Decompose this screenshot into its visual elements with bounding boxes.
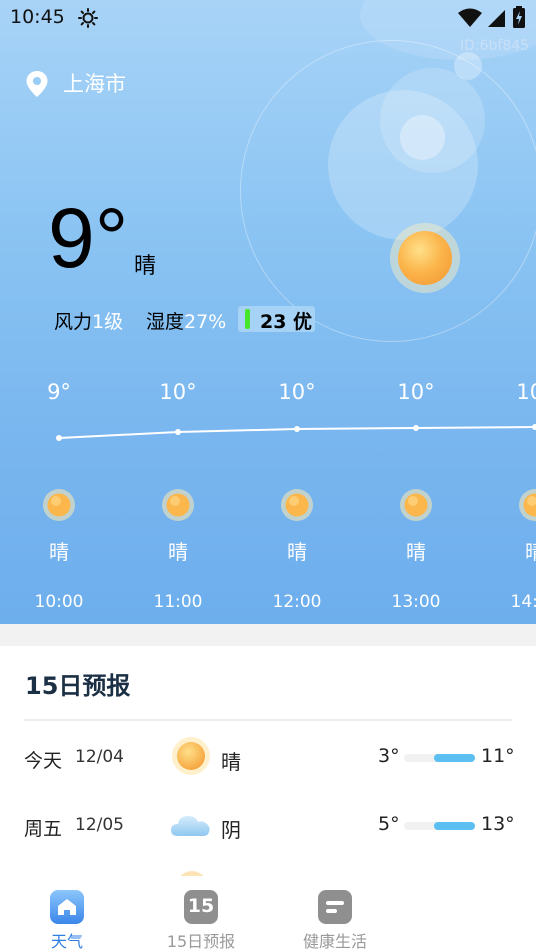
hourly-condition: 晴 — [168, 540, 188, 564]
hourly-temperature: 9° — [47, 380, 71, 404]
temperature-range-bar — [404, 754, 475, 762]
hourly-time: 11:00 — [153, 592, 203, 612]
calendar-15-icon: 15 — [184, 890, 218, 924]
weather-hero: 10:45 ID:6bf845 上海市 9° 晴 风力1级 湿度27% 23 优… — [0, 0, 536, 624]
trend-point — [175, 429, 181, 435]
wind-level: 风力1级 — [54, 307, 123, 334]
status-bar: 10:45 — [0, 0, 536, 36]
forecast-low: 5° — [378, 813, 400, 835]
current-temperature: 9° — [48, 191, 129, 285]
nav-label-weather: 天气 — [50, 932, 83, 951]
aqi-value: 23 优 — [260, 311, 313, 333]
battery-charging-icon — [513, 6, 525, 28]
humidity-label: 湿度 — [146, 311, 185, 333]
cloud-icon — [171, 816, 210, 836]
hourly-temperature: 10° — [278, 380, 316, 404]
forecast-day: 周五 — [24, 818, 63, 840]
temperature-range-bar — [404, 822, 475, 830]
hourly-condition: 晴 — [525, 540, 536, 564]
forecast-high: 13° — [481, 813, 515, 835]
home-icon — [50, 890, 84, 924]
humidity: 湿度27% — [146, 307, 226, 334]
hourly-condition: 晴 — [406, 540, 426, 564]
hourly-time: 10:00 — [34, 592, 84, 612]
forecast-row-today[interactable]: 今天 12/04 晴 3° 11° — [0, 734, 536, 784]
health-life-icon — [318, 890, 352, 924]
aqi-level-bar — [245, 309, 250, 329]
lens-flare-ring — [400, 115, 445, 160]
sunny-weather-icon — [390, 223, 460, 293]
sun-icon — [281, 489, 313, 521]
forecast-low: 3° — [378, 745, 400, 767]
sun-icon — [172, 737, 210, 775]
hourly-forecast[interactable]: 9° 晴 10:00 10° 晴 11:00 10° 晴 12:00 10° 晴 13:00 10° 晴 1… — [0, 370, 536, 624]
hourly-time: 14:00 — [510, 592, 536, 612]
trend-point — [532, 424, 536, 430]
divider — [24, 719, 512, 721]
temperature-trend-line — [56, 424, 536, 441]
status-time: 10:45 — [10, 6, 65, 28]
nav-tab-weather[interactable]: 天气 — [12, 890, 122, 952]
temperature-range-fill — [434, 822, 475, 830]
forecast-high: 11° — [481, 745, 515, 767]
nav-tab-15day[interactable]: 15 15日预报 — [146, 890, 256, 952]
hourly-temperature: 10° — [516, 380, 536, 404]
trend-point — [413, 425, 419, 431]
current-condition: 晴 — [134, 254, 157, 279]
hourly-condition: 晴 — [287, 540, 307, 564]
forecast-row-friday[interactable]: 周五 12/05 阴 5° 13° — [0, 802, 536, 852]
hourly-condition: 晴 — [49, 540, 69, 564]
hourly-time: 12:00 — [272, 592, 322, 612]
hourly-time: 13:00 — [391, 592, 441, 612]
sun-icon — [519, 489, 536, 521]
forecast-date: 12/05 — [75, 815, 124, 835]
air-quality-badge[interactable]: 23 优 — [238, 306, 315, 333]
sun-icon — [43, 489, 75, 521]
location-pin-icon[interactable] — [25, 70, 49, 98]
nav-tab-health[interactable]: 健康生活 — [280, 890, 390, 952]
cellular-signal-icon — [488, 10, 505, 27]
app-id-watermark: ID:6bf845 — [460, 38, 530, 54]
hourly-temperature: 10° — [397, 380, 435, 404]
sun-status-icon — [78, 8, 98, 28]
trend-point — [56, 435, 62, 441]
sun-icon — [162, 489, 194, 521]
bottom-navigation: 天气 15 15日预报 健康生活 — [0, 876, 536, 952]
wind-label: 风力 — [54, 311, 93, 333]
temperature-range-fill — [434, 754, 475, 762]
wifi-icon — [458, 8, 482, 27]
forecast-condition: 阴 — [221, 818, 241, 842]
forecast-day: 今天 — [24, 750, 63, 772]
forecast-condition: 晴 — [221, 750, 241, 774]
hourly-temperature: 10° — [159, 380, 197, 404]
nav-label-health: 健康生活 — [302, 932, 367, 951]
nav-label-15day: 15日预报 — [166, 932, 236, 951]
wind-value: 1级 — [92, 311, 124, 333]
humidity-value: 27% — [184, 311, 227, 333]
sun-icon — [400, 489, 432, 521]
forecast-date: 12/04 — [75, 747, 124, 767]
nav-badge-15: 15 — [187, 895, 215, 917]
trend-point — [294, 426, 300, 432]
city-name[interactable]: 上海市 — [63, 68, 126, 98]
forecast-title: 15日预报 — [25, 672, 131, 700]
